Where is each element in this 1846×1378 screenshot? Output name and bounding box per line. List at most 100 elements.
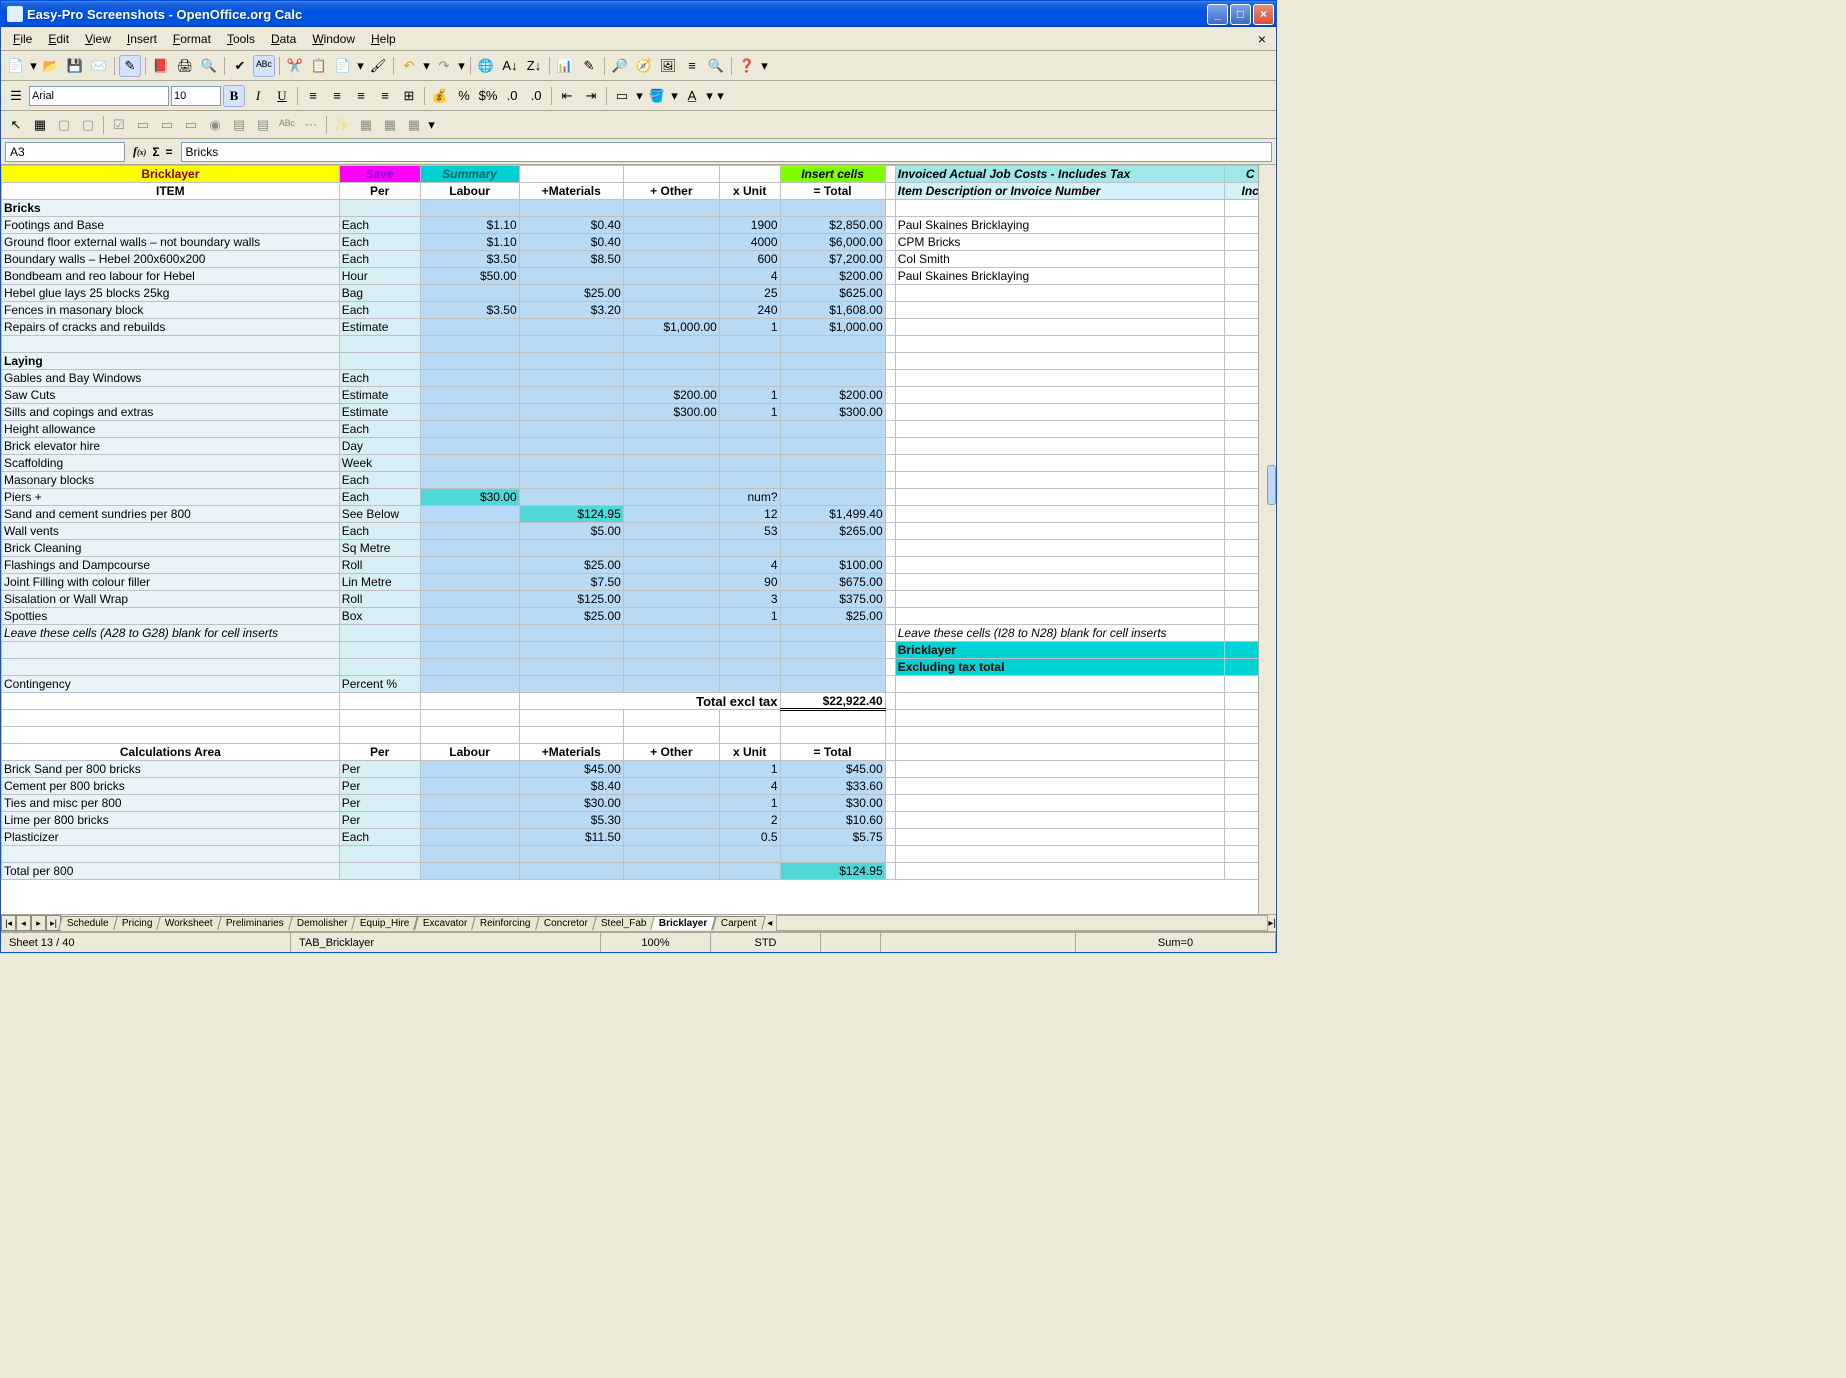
cell[interactable]: Sand and cement sundries per 800: [2, 506, 340, 523]
minimize-button[interactable]: _: [1207, 4, 1228, 25]
cell[interactable]: [780, 472, 885, 489]
cell[interactable]: [623, 438, 719, 455]
cell[interactable]: [339, 625, 420, 642]
cell[interactable]: 1: [719, 404, 780, 421]
function-wizard-icon[interactable]: f(x): [133, 144, 146, 159]
cell[interactable]: 3: [719, 591, 780, 608]
cell[interactable]: [719, 370, 780, 387]
label-icon[interactable]: ᴬᴮᶜ: [276, 114, 298, 136]
cell[interactable]: Brick Sand per 800 bricks: [2, 761, 340, 778]
maximize-button[interactable]: □: [1230, 4, 1251, 25]
cell[interactable]: [895, 846, 1225, 863]
cell[interactable]: [885, 846, 895, 863]
cell[interactable]: [885, 591, 895, 608]
cell[interactable]: [519, 659, 623, 676]
cell[interactable]: [885, 489, 895, 506]
cell[interactable]: [780, 370, 885, 387]
cell[interactable]: $30.00: [780, 795, 885, 812]
cell[interactable]: [2, 659, 340, 676]
cell[interactable]: $1,000.00: [623, 319, 719, 336]
cell[interactable]: [719, 455, 780, 472]
cell[interactable]: [519, 404, 623, 421]
cell[interactable]: [623, 676, 719, 693]
status-sum[interactable]: Sum=0: [1076, 933, 1276, 952]
design-mode-icon[interactable]: ▦: [29, 114, 51, 136]
wizards-icon[interactable]: ✨: [331, 114, 353, 136]
textbox-icon[interactable]: ▭: [132, 114, 154, 136]
cell[interactable]: [885, 438, 895, 455]
cell[interactable]: [623, 353, 719, 370]
control-icon[interactable]: ▢: [53, 114, 75, 136]
form-more-icon[interactable]: ▦: [403, 114, 425, 136]
cell[interactable]: [623, 489, 719, 506]
menu-view[interactable]: View: [77, 30, 119, 48]
cell[interactable]: $5.30: [519, 812, 623, 829]
borders-icon[interactable]: ▭: [611, 85, 633, 107]
cell[interactable]: = Total: [780, 183, 885, 200]
cell[interactable]: $124.95: [780, 863, 885, 880]
cell[interactable]: Sq Metre: [339, 540, 420, 557]
cell[interactable]: $625.00: [780, 285, 885, 302]
cell[interactable]: [780, 642, 885, 659]
delete-decimal-icon[interactable]: .0: [525, 85, 547, 107]
sheet-tab-pricing[interactable]: Pricing: [113, 916, 161, 930]
cell[interactable]: Labour: [420, 744, 519, 761]
cell[interactable]: [895, 489, 1225, 506]
cell[interactable]: Per: [339, 795, 420, 812]
cell[interactable]: [519, 268, 623, 285]
hyperlink-icon[interactable]: 🌐: [475, 55, 497, 77]
cell[interactable]: [895, 285, 1225, 302]
cell[interactable]: [420, 506, 519, 523]
find-icon[interactable]: 🔎: [609, 55, 631, 77]
cell[interactable]: [623, 234, 719, 251]
cell[interactable]: Footings and Base: [2, 217, 340, 234]
cell[interactable]: $5.75: [780, 829, 885, 846]
cell[interactable]: Col Smith: [895, 251, 1225, 268]
cell[interactable]: $5.00: [519, 523, 623, 540]
cell[interactable]: $0.40: [519, 217, 623, 234]
cell[interactable]: [623, 200, 719, 217]
listbox-icon[interactable]: ▤: [228, 114, 250, 136]
cell[interactable]: [623, 795, 719, 812]
align-justify-icon[interactable]: ≡: [374, 85, 396, 107]
sort-asc-icon[interactable]: A↓: [499, 55, 521, 77]
align-left-icon[interactable]: ≡: [302, 85, 324, 107]
cell[interactable]: 1: [719, 608, 780, 625]
cell[interactable]: [623, 761, 719, 778]
cell[interactable]: [420, 727, 519, 744]
cell[interactable]: $200.00: [780, 268, 885, 285]
cell[interactable]: [719, 727, 780, 744]
cell[interactable]: 1: [719, 387, 780, 404]
cell[interactable]: [2, 693, 340, 710]
cell[interactable]: [895, 863, 1225, 880]
cell[interactable]: [420, 455, 519, 472]
cell[interactable]: 53: [719, 523, 780, 540]
paste-icon[interactable]: 📄: [332, 55, 354, 77]
cell[interactable]: [719, 336, 780, 353]
cell[interactable]: [895, 676, 1225, 693]
cell[interactable]: [519, 387, 623, 404]
sort-desc-icon[interactable]: Z↓: [523, 55, 545, 77]
cell[interactable]: Estimate: [339, 387, 420, 404]
cell[interactable]: [895, 421, 1225, 438]
cell[interactable]: $45.00: [519, 761, 623, 778]
save-button-cell[interactable]: Save: [339, 166, 420, 183]
cell[interactable]: $10.60: [780, 812, 885, 829]
cell[interactable]: [420, 557, 519, 574]
cell[interactable]: [2, 710, 340, 727]
cell[interactable]: [895, 744, 1225, 761]
font-name-combo[interactable]: [29, 86, 169, 106]
sheet-tab-bricklayer[interactable]: Bricklayer: [650, 916, 716, 930]
sheet-tab-equip_hire[interactable]: Equip_Hire: [351, 916, 418, 930]
cell[interactable]: [420, 710, 519, 727]
cell[interactable]: Each: [339, 302, 420, 319]
cell[interactable]: [623, 523, 719, 540]
cell[interactable]: $300.00: [780, 404, 885, 421]
cell[interactable]: [339, 659, 420, 676]
cell[interactable]: [420, 608, 519, 625]
cell[interactable]: $25.00: [519, 285, 623, 302]
close-button[interactable]: ×: [1253, 4, 1274, 25]
tab-prev-icon[interactable]: ◂: [16, 915, 31, 931]
cell[interactable]: [623, 251, 719, 268]
copy-icon[interactable]: 📋: [308, 55, 330, 77]
